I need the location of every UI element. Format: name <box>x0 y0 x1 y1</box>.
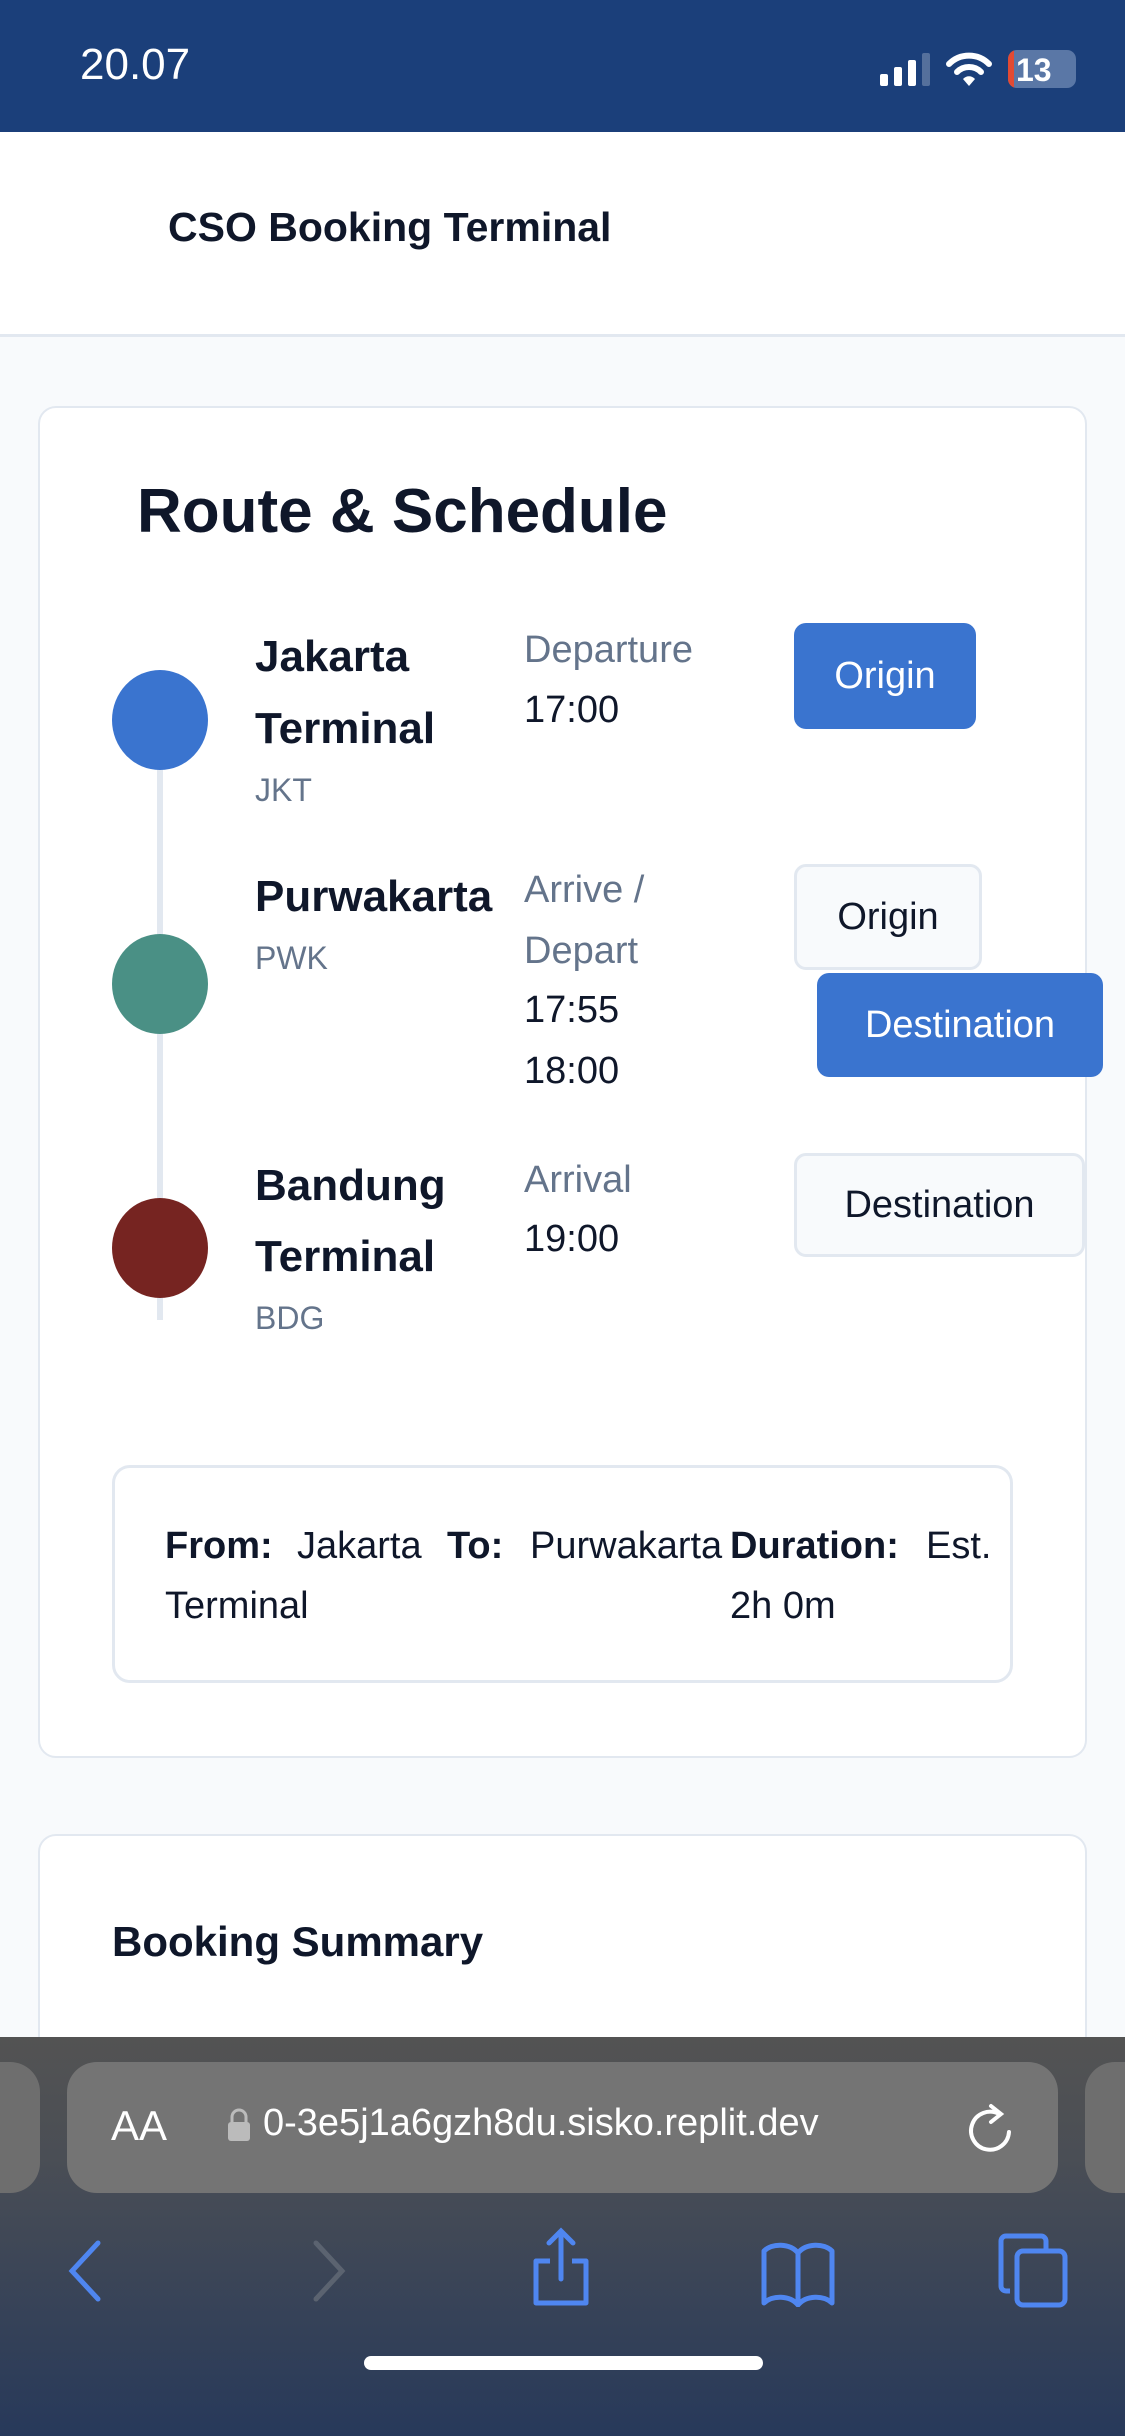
next-tab-edge <box>1085 2062 1125 2193</box>
set-origin-button-purwakarta[interactable]: Origin <box>794 864 982 970</box>
to-label: To: <box>447 1525 504 1567</box>
route-title: Route & Schedule <box>137 477 668 546</box>
reload-icon[interactable] <box>967 2102 1015 2156</box>
signal-icon <box>880 53 930 86</box>
set-origin-button-jakarta[interactable]: Origin <box>794 623 976 729</box>
stop-marker-jakarta <box>112 670 208 770</box>
battery-level: 13 <box>1016 52 1052 88</box>
stop-marker-purwakarta <box>112 934 208 1034</box>
url-text[interactable]: 0-3e5j1a6gzh8du.sisko.replit.dev <box>263 2102 819 2145</box>
address-bar[interactable]: AA 0-3e5j1a6gzh8du.sisko.replit.dev <box>67 2062 1058 2193</box>
wifi-icon <box>946 52 992 86</box>
time-value: 18:00 <box>524 1050 620 1092</box>
browser-toolbar: AA 0-3e5j1a6gzh8du.sisko.replit.dev <box>0 2037 1125 2436</box>
set-destination-button-purwakarta[interactable]: Destination <box>817 973 1103 1077</box>
time-value: 17:00 <box>524 689 620 731</box>
time-value: 19:00 <box>524 1218 620 1260</box>
previous-tab-edge <box>0 2062 40 2193</box>
time-label: Arrive / <box>524 869 645 911</box>
tabs-icon[interactable] <box>998 2233 1070 2309</box>
booking-summary-title: Booking Summary <box>112 1918 484 1965</box>
time-value: 17:55 <box>524 989 620 1031</box>
forward-icon[interactable] <box>310 2239 350 2303</box>
app-header: CSO Booking Terminal <box>0 132 1125 337</box>
stop-name: Purwakarta <box>255 872 493 921</box>
reader-aa-button[interactable]: AA <box>111 2102 167 2150</box>
stop-marker-bandung <box>112 1198 208 1298</box>
to-value: Purwakarta <box>530 1525 723 1567</box>
stop-code: BDG <box>255 1300 325 1336</box>
status-bar: 20.07 13 <box>0 0 1125 132</box>
share-icon[interactable] <box>530 2227 592 2307</box>
set-destination-button-bandung[interactable]: Destination <box>794 1153 1085 1257</box>
stop-name: Jakarta <box>255 632 410 681</box>
lock-icon <box>228 2108 250 2141</box>
battery-icon: 13 <box>1008 50 1076 88</box>
stop-code: JKT <box>255 772 312 808</box>
status-time: 20.07 <box>80 40 191 89</box>
from-value: Jakarta Terminal <box>165 1525 422 1627</box>
stop-name: Terminal <box>255 1232 436 1281</box>
time-label: Departure <box>524 629 693 671</box>
stop-name: Terminal <box>255 704 436 753</box>
route-summary-box: From: Jakarta Terminal To: Purwakarta Du… <box>112 1465 1013 1683</box>
time-label: Arrival <box>524 1159 632 1201</box>
bookmarks-icon[interactable] <box>760 2241 836 2307</box>
time-label: Depart <box>524 930 639 972</box>
back-icon[interactable] <box>64 2239 104 2303</box>
stop-code: PWK <box>255 940 328 976</box>
app-title: CSO Booking Terminal <box>168 204 612 250</box>
home-indicator <box>364 2356 763 2370</box>
stop-name: Bandung <box>255 1161 446 1210</box>
duration-value: Est. 2h 0m <box>730 1525 992 1627</box>
